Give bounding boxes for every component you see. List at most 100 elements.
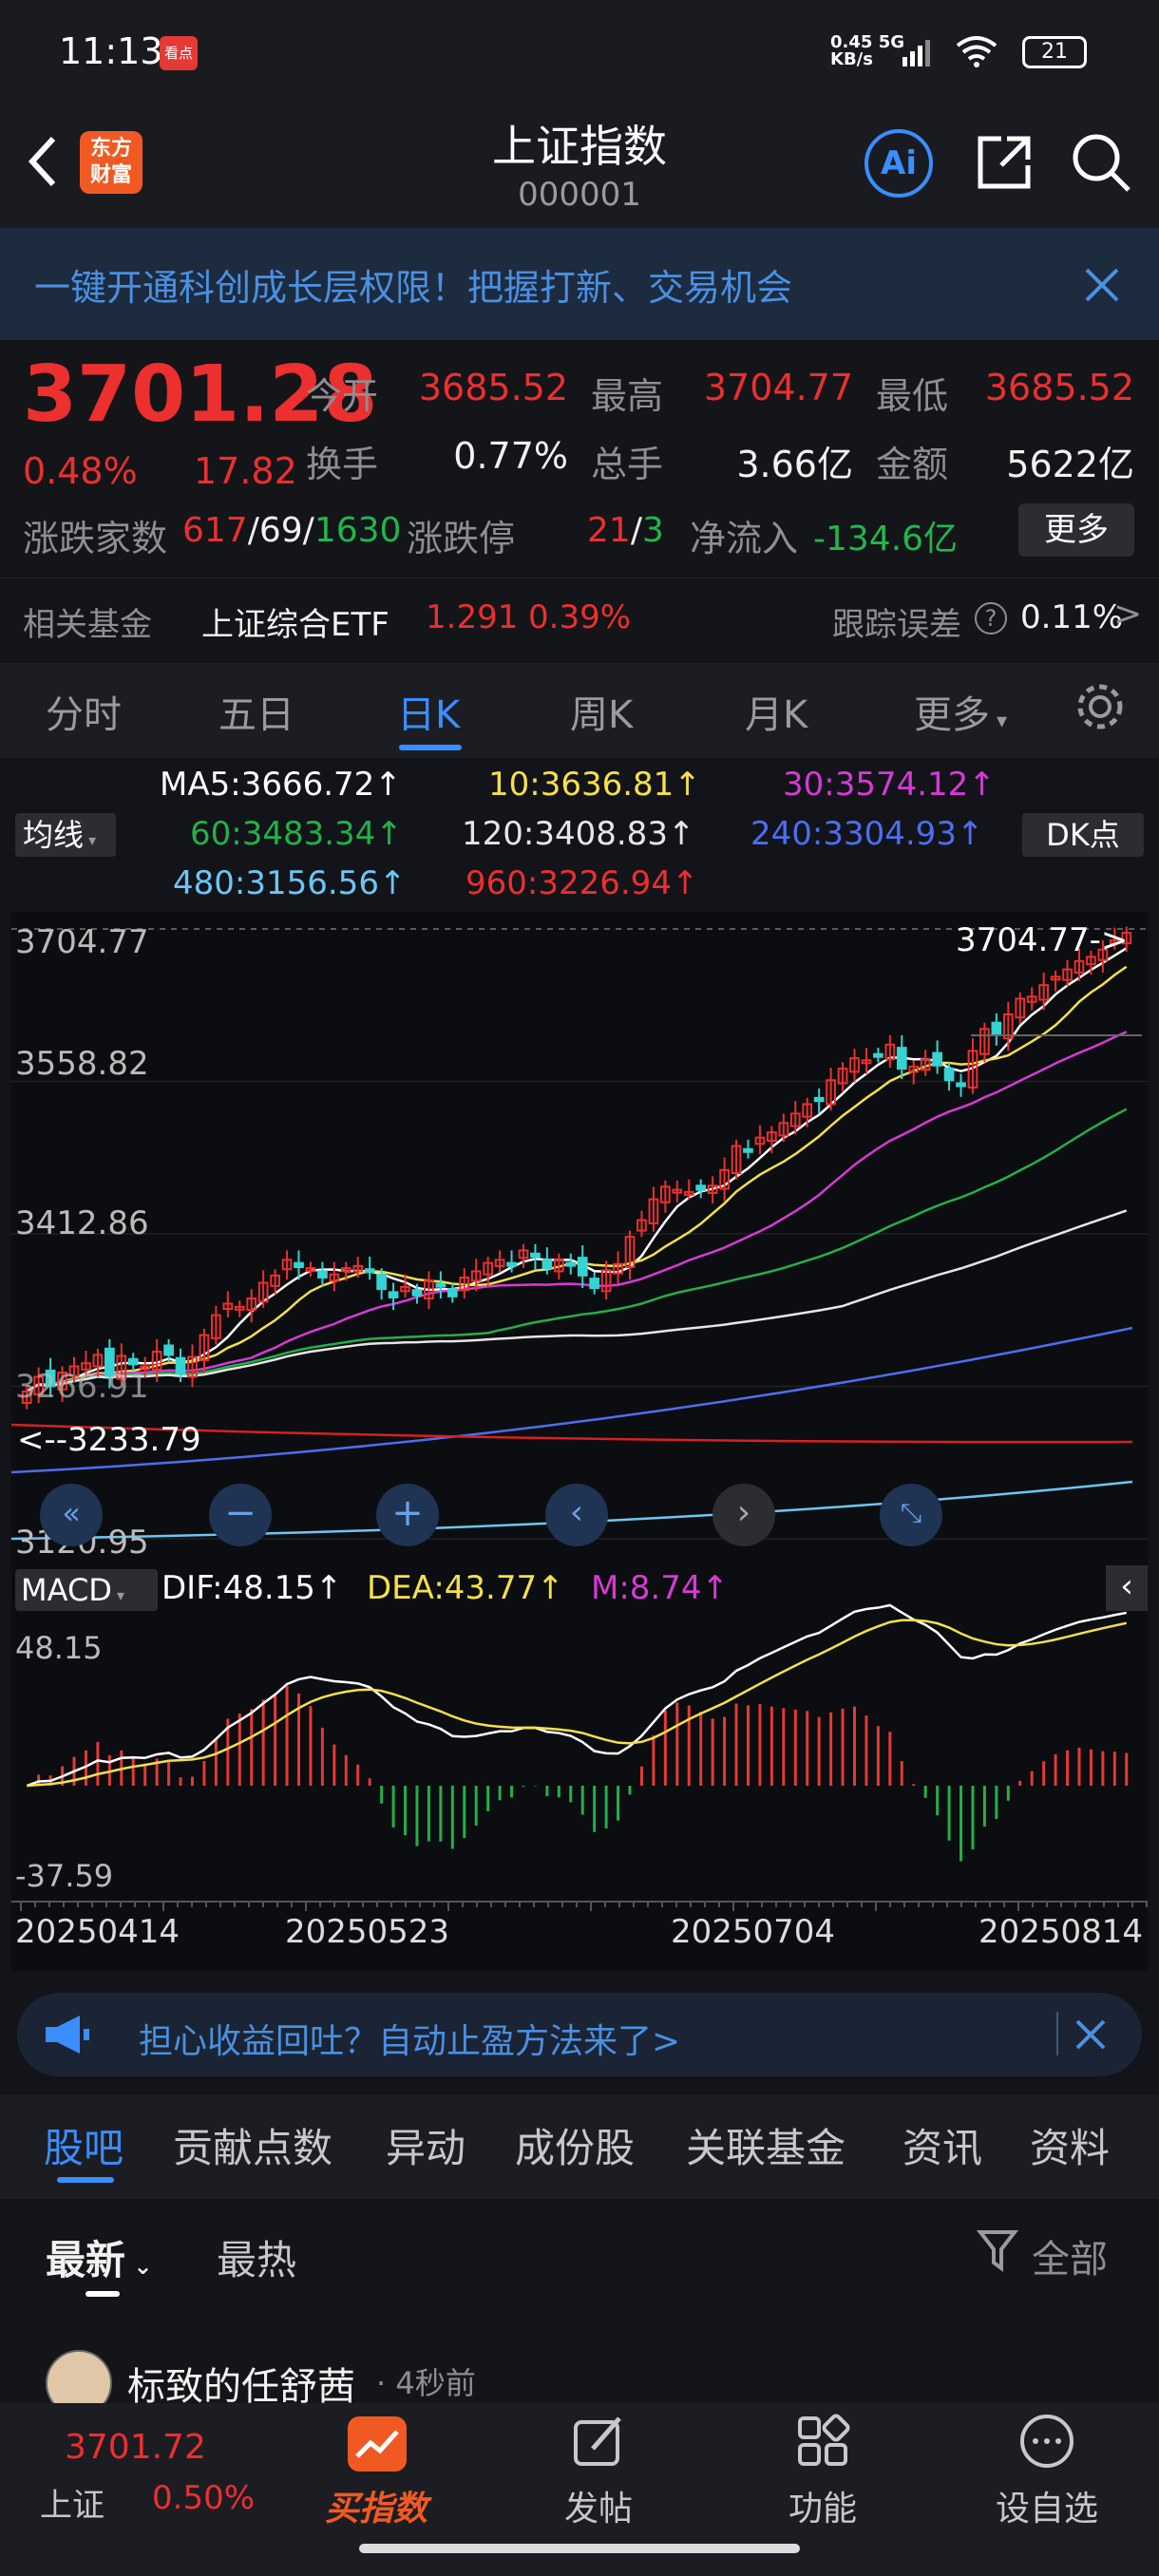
low-label: 最低 bbox=[876, 375, 949, 417]
tab-daily-k[interactable]: 日K bbox=[397, 684, 460, 739]
macd-chart[interactable] bbox=[11, 1567, 1148, 1971]
ma-line-5 bbox=[26, 947, 1128, 1392]
tab-news[interactable]: 资讯 bbox=[902, 2116, 982, 2174]
candle-body bbox=[530, 1252, 541, 1259]
netflow-value: -134.6亿 bbox=[813, 520, 959, 559]
candle-body bbox=[542, 1259, 553, 1270]
candle-body bbox=[435, 1282, 446, 1288]
ad-close-icon[interactable] bbox=[1074, 2017, 1108, 2052]
trend-chart-icon[interactable] bbox=[348, 2416, 407, 2472]
add-watchlist-button[interactable]: 设自选 bbox=[971, 2481, 1123, 2530]
dk-point-button[interactable]: DK点 bbox=[1022, 813, 1144, 857]
macd-y-bottom: -37.59 bbox=[15, 1858, 114, 1894]
tab-five-day[interactable]: 五日 bbox=[218, 684, 294, 739]
chevron-right-icon[interactable]: > bbox=[1113, 595, 1142, 634]
volume-value: 3.66亿 bbox=[736, 444, 853, 485]
candle-body bbox=[943, 1068, 955, 1082]
scroll-right-icon[interactable]: › bbox=[712, 1484, 775, 1546]
candle-body bbox=[577, 1257, 588, 1277]
breadth-label: 涨跌家数 bbox=[23, 518, 168, 559]
scroll-left-fast-icon[interactable]: « bbox=[40, 1484, 103, 1546]
tab-monthly-k[interactable]: 月K bbox=[745, 684, 808, 739]
sort-latest[interactable]: 最新 ⌄ bbox=[46, 2228, 152, 2286]
candle-body bbox=[175, 1356, 186, 1375]
index-ticker-name[interactable]: 上证 bbox=[40, 2479, 104, 2526]
open-label: 今开 bbox=[306, 375, 379, 417]
candle-body bbox=[294, 1261, 304, 1269]
candle-body bbox=[932, 1051, 942, 1067]
news-tab-indicator bbox=[57, 2177, 114, 2183]
x-tick-2: 20250523 bbox=[285, 1913, 450, 1951]
share-icon[interactable] bbox=[973, 131, 1036, 194]
edit-post-icon[interactable] bbox=[570, 2413, 627, 2470]
ma30-value: 30:3574.12↑ bbox=[783, 766, 996, 804]
candle-body bbox=[565, 1261, 577, 1267]
function-grid-icon[interactable] bbox=[794, 2413, 851, 2470]
fund-name[interactable]: 上证综合ETF bbox=[201, 598, 390, 645]
tab-profile[interactable]: 资料 bbox=[1030, 2116, 1110, 2174]
ad-text[interactable]: 担心收益回吐？自动止盈方法来了> bbox=[139, 2014, 680, 2063]
home-indicator bbox=[359, 2544, 800, 2553]
collapse-panel-icon[interactable]: ‹ bbox=[1106, 1565, 1148, 1611]
breadth-values: 617/69/1630 bbox=[182, 511, 402, 550]
filter-icon[interactable] bbox=[977, 2228, 1022, 2276]
turnover-value: 0.77% bbox=[453, 435, 568, 477]
tracking-value: 0.11% bbox=[1020, 598, 1124, 636]
high-label: 最高 bbox=[591, 375, 664, 417]
ma10-value: 10:3636.81↑ bbox=[488, 766, 701, 804]
netflow-label: 净流入 bbox=[690, 518, 799, 559]
index-ticker-pct[interactable]: 0.50% bbox=[152, 2479, 255, 2517]
candle-body bbox=[589, 1278, 600, 1290]
kline-chart[interactable] bbox=[10, 912, 1148, 1567]
close-icon[interactable] bbox=[1083, 266, 1121, 304]
candle-body bbox=[127, 1357, 139, 1366]
candle-body bbox=[446, 1288, 458, 1297]
tab-constituents[interactable]: 成份股 bbox=[515, 2116, 635, 2174]
post-button[interactable]: 发帖 bbox=[522, 2481, 674, 2530]
scroll-left-icon[interactable]: ‹ bbox=[545, 1484, 608, 1546]
settings-gear-icon[interactable] bbox=[1074, 680, 1127, 733]
more-button[interactable]: 更多 bbox=[1018, 503, 1134, 557]
volume-label: 总手 bbox=[591, 444, 664, 485]
ai-assistant-button[interactable]: Ai bbox=[864, 129, 933, 198]
promo-banner-text[interactable]: 一键开通科创成长层权限！把握打新、交易机会 bbox=[34, 258, 792, 311]
tab-more[interactable]: 更多 ▾ bbox=[914, 684, 1007, 739]
x-tick-3: 20250704 bbox=[671, 1913, 836, 1951]
macd-dea: DEA:43.77↑ bbox=[367, 1569, 564, 1607]
fullscreen-icon[interactable]: ⤡ bbox=[880, 1484, 942, 1546]
zoom-out-icon[interactable]: − bbox=[209, 1484, 272, 1546]
candle-body bbox=[411, 1289, 423, 1297]
x-tick-1: 20250414 bbox=[15, 1913, 180, 1951]
macd-selector[interactable]: MACD ▾ bbox=[15, 1569, 158, 1611]
ad-divider bbox=[1056, 2012, 1058, 2055]
y-tick-2: 3558.82 bbox=[15, 1045, 149, 1083]
tab-movement[interactable]: 异动 bbox=[386, 2116, 466, 2174]
candle-body bbox=[376, 1273, 387, 1291]
search-icon[interactable] bbox=[1070, 131, 1132, 194]
index-ticker-price[interactable]: 3701.72 bbox=[65, 2428, 206, 2467]
function-button[interactable]: 功能 bbox=[747, 2481, 899, 2530]
more-options-icon[interactable] bbox=[1018, 2413, 1075, 2470]
tab-intraday[interactable]: 分时 bbox=[46, 684, 122, 739]
tab-weekly-k[interactable]: 周K bbox=[570, 684, 633, 739]
ma60-value: 60:3483.34↑ bbox=[190, 815, 403, 853]
status-app-badge: 看点 bbox=[160, 36, 198, 70]
macd-m: M:8.74↑ bbox=[591, 1569, 729, 1607]
fund-price: 1.291 bbox=[426, 598, 519, 636]
network-speed: 0.45 5G KB/s bbox=[830, 32, 905, 69]
tab-forum[interactable]: 股吧 bbox=[44, 2116, 124, 2174]
tab-contribution[interactable]: 贡献点数 bbox=[173, 2116, 332, 2174]
kline-chart-svg bbox=[10, 926, 1148, 1541]
sort-hot[interactable]: 最热 bbox=[217, 2228, 296, 2286]
buy-index-button[interactable]: 买指数 bbox=[300, 2481, 452, 2530]
limit-values: 21/3 bbox=[587, 511, 664, 550]
status-time: 11:13 bbox=[59, 30, 163, 72]
candle-body bbox=[743, 1147, 753, 1153]
ma-selector[interactable]: 均线 ▾ bbox=[15, 813, 116, 857]
tab-related-funds[interactable]: 关联基金 bbox=[686, 2116, 846, 2174]
filter-label[interactable]: 全部 bbox=[1032, 2228, 1108, 2283]
megaphone-icon bbox=[46, 2016, 89, 2054]
help-icon[interactable]: ? bbox=[975, 602, 1007, 635]
zoom-in-icon[interactable]: + bbox=[376, 1484, 439, 1546]
candle-body bbox=[813, 1096, 825, 1103]
